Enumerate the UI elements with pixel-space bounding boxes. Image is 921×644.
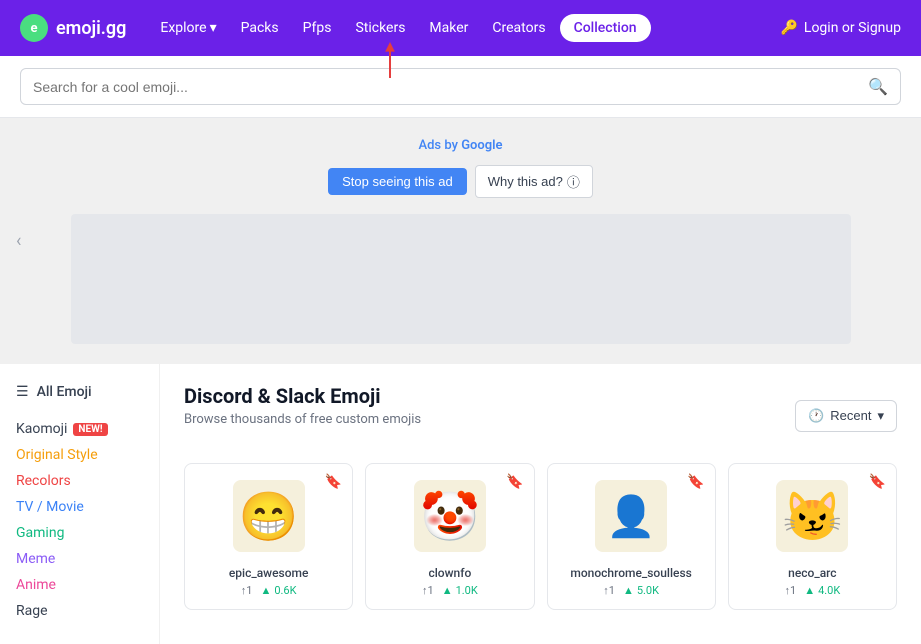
sidebar-item-rage[interactable]: Rage	[16, 598, 143, 624]
search-bar: 🔍	[0, 56, 921, 118]
stat-pct: ▲ 4.0K	[804, 584, 840, 597]
sidebar-item-original-style[interactable]: Original Style	[16, 442, 143, 468]
stat-count: ↑1	[241, 584, 253, 597]
emoji-card: 🔖 😼 neco_arc ↑1 ▲ 4.0K	[728, 463, 897, 610]
bookmark-icon[interactable]: 🔖	[506, 474, 523, 490]
sidebar-item-anime[interactable]: Anime	[16, 572, 143, 598]
menu-icon: ☰	[16, 384, 29, 400]
page-subtitle: Browse thousands of free custom emojis	[184, 412, 421, 427]
chevron-down-icon: ▾	[210, 20, 217, 36]
ads-by-google: Ads by Google	[418, 138, 502, 153]
nav-pfps[interactable]: Pfps	[293, 14, 342, 42]
emoji-stats: ↑1 ▲ 4.0K	[741, 584, 884, 597]
emoji-stats: ↑1 ▲ 5.0K	[560, 584, 703, 597]
nav-right: 🔑 Login or Signup	[780, 20, 901, 36]
nav-creators[interactable]: Creators	[482, 14, 555, 42]
stat-count: ↑1	[785, 584, 797, 597]
sidebar-item-meme[interactable]: Meme	[16, 546, 143, 572]
recent-sort-button[interactable]: 🕐 Recent ▾	[795, 400, 897, 432]
emoji-card: 🔖 🤡 clownfo ↑1 ▲ 1.0K	[365, 463, 534, 610]
emoji-card: 🔖 😁 epic_awesome ↑1 ▲ 0.6K	[184, 463, 353, 610]
chevron-down-icon: ▾	[877, 408, 884, 424]
nav-stickers[interactable]: Stickers	[345, 14, 415, 42]
ad-buttons: Stop seeing this ad Why this ad? ⓘ	[328, 165, 593, 198]
nav-collection[interactable]: Collection	[560, 14, 651, 42]
new-badge: New!	[73, 423, 107, 436]
grid-title-wrap: Discord & Slack Emoji Browse thousands o…	[184, 384, 421, 447]
bookmark-icon[interactable]: 🔖	[687, 474, 704, 490]
emoji-image-wrap: 😁	[197, 476, 340, 556]
emoji-name: clownfo	[378, 566, 521, 580]
emoji-grid-area: Discord & Slack Emoji Browse thousands o…	[160, 364, 921, 644]
clock-icon: 🕐	[808, 408, 824, 424]
stop-ad-button[interactable]: Stop seeing this ad	[328, 168, 467, 195]
why-ad-button[interactable]: Why this ad? ⓘ	[475, 165, 593, 198]
emoji-image-wrap: 😼	[741, 476, 884, 556]
ad-placeholder	[71, 214, 851, 344]
emoji-image-wrap: 👤	[560, 476, 703, 556]
sidebar-item-kaomoji[interactable]: Kaomoji New!	[16, 416, 143, 442]
ad-back-button[interactable]: ‹	[16, 231, 21, 252]
sidebar-all-emoji[interactable]: ☰ All Emoji	[16, 384, 143, 400]
navbar: e emoji.gg Explore ▾ Packs Pfps Stickers…	[0, 0, 921, 56]
nav-links: Explore ▾ Packs Pfps Stickers Maker Crea…	[150, 14, 780, 42]
nav-explore[interactable]: Explore ▾	[150, 14, 226, 42]
grid-header: Discord & Slack Emoji Browse thousands o…	[184, 384, 897, 447]
sidebar-item-recolors[interactable]: Recolors	[16, 468, 143, 494]
emoji-image-wrap: 🤡	[378, 476, 521, 556]
emoji-image: 🤡	[414, 480, 486, 552]
sidebar-item-tv-movie[interactable]: TV / Movie	[16, 494, 143, 520]
emoji-image: 😼	[776, 480, 848, 552]
nav-maker[interactable]: Maker	[419, 14, 478, 42]
user-icon: 🔑	[780, 20, 797, 36]
main-content: ☰ All Emoji Kaomoji New! Original Style …	[0, 364, 921, 644]
emoji-image: 👤	[595, 480, 667, 552]
stat-count: ↑1	[603, 584, 615, 597]
emoji-name: epic_awesome	[197, 566, 340, 580]
logo-circle: e	[20, 14, 48, 42]
emoji-cards: 🔖 😁 epic_awesome ↑1 ▲ 0.6K 🔖 🤡 clownfo	[184, 463, 897, 610]
bookmark-icon[interactable]: 🔖	[869, 474, 886, 490]
emoji-name: neco_arc	[741, 566, 884, 580]
stat-pct: ▲ 5.0K	[623, 584, 659, 597]
emoji-stats: ↑1 ▲ 0.6K	[197, 584, 340, 597]
stat-pct: ▲ 0.6K	[260, 584, 296, 597]
emoji-card: 🔖 👤 monochrome_soulless ↑1 ▲ 5.0K	[547, 463, 716, 610]
search-input-wrap: 🔍	[20, 68, 901, 105]
info-icon: ⓘ	[567, 172, 580, 191]
emoji-image: 😁	[233, 480, 305, 552]
search-input[interactable]	[33, 79, 868, 95]
nav-packs[interactable]: Packs	[231, 14, 289, 42]
ad-section: ‹ Ads by Google Stop seeing this ad Why …	[0, 118, 921, 364]
sidebar: ☰ All Emoji Kaomoji New! Original Style …	[0, 364, 160, 644]
emoji-stats: ↑1 ▲ 1.0K	[378, 584, 521, 597]
page-title: Discord & Slack Emoji	[184, 384, 421, 408]
sidebar-item-gaming[interactable]: Gaming	[16, 520, 143, 546]
login-button[interactable]: 🔑 Login or Signup	[780, 20, 901, 36]
site-logo[interactable]: e emoji.gg	[20, 14, 126, 42]
emoji-name: monochrome_soulless	[560, 566, 703, 580]
stat-pct: ▲ 1.0K	[442, 584, 478, 597]
stat-count: ↑1	[422, 584, 434, 597]
logo-text: emoji.gg	[56, 18, 126, 39]
search-icon[interactable]: 🔍	[868, 77, 888, 96]
bookmark-icon[interactable]: 🔖	[325, 474, 342, 490]
